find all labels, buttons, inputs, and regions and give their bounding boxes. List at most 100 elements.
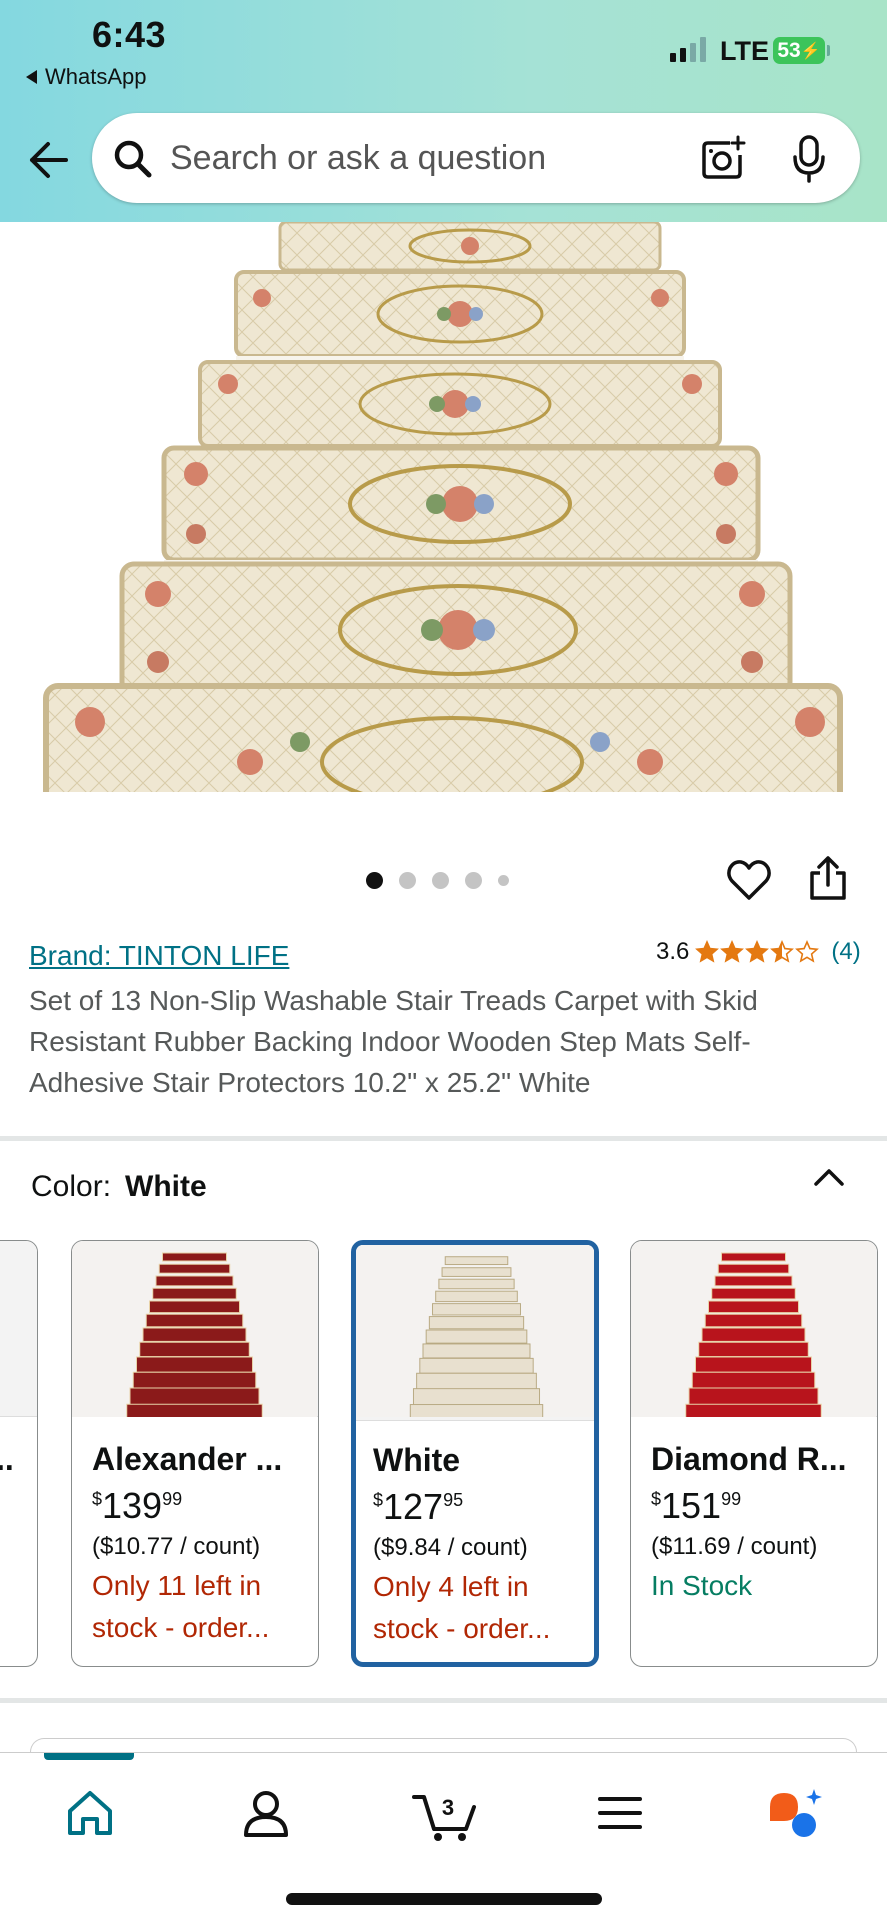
variant-name: Alexander ...	[92, 1441, 283, 1477]
variant-price: $12795	[373, 1486, 464, 1527]
variant-card[interactable]: Diamond R... $15199 ($11.69 / count) In …	[630, 1240, 878, 1667]
tread-4	[161, 445, 761, 563]
swatch-tread	[685, 1403, 822, 1423]
swatch-tread	[409, 1404, 544, 1423]
variant-image	[631, 1241, 877, 1423]
review-count[interactable]: (4)	[831, 938, 860, 966]
microphone-icon[interactable]	[792, 135, 826, 183]
swatch-tread	[717, 1263, 790, 1274]
section-divider	[0, 1136, 887, 1141]
swatch-tread	[698, 1341, 809, 1358]
variant-name: Diamond R...	[651, 1441, 847, 1477]
rufus-assistant-icon[interactable]	[764, 1783, 826, 1843]
swatch-tread	[158, 1263, 231, 1274]
brand-link[interactable]: Brand: TINTON LIFE	[29, 940, 289, 972]
swatch-tread	[132, 1371, 257, 1389]
swatch-tread	[149, 1300, 240, 1314]
star-icon	[770, 940, 795, 963]
search-icon	[114, 140, 152, 178]
variant-name: White	[373, 1442, 461, 1478]
tread-6	[43, 683, 843, 792]
swatch-tread	[419, 1357, 534, 1374]
swatch-tread	[711, 1287, 796, 1300]
tread-1	[278, 222, 662, 272]
menu-icon[interactable]	[590, 1783, 650, 1843]
swatch-tread	[714, 1275, 793, 1287]
swatch-tread	[428, 1316, 525, 1330]
product-image[interactable]	[0, 222, 887, 792]
swatch-tread	[704, 1313, 803, 1328]
variant-price: $15199	[651, 1485, 742, 1526]
variant-swatch-image	[631, 1241, 876, 1423]
swatch-tread	[155, 1275, 234, 1287]
swatch-tread	[441, 1267, 512, 1277]
chevron-up-icon[interactable]	[812, 1164, 846, 1190]
variant-card[interactable]: Alexander ... $13999 ($10.77 / count) On…	[71, 1240, 319, 1667]
variant-swatch-image	[72, 1241, 317, 1423]
swatch-tread	[162, 1252, 227, 1262]
swatch-tread	[432, 1303, 521, 1316]
rating-value: 3.6	[656, 938, 690, 965]
rating-stars	[695, 940, 820, 964]
share-icon[interactable]	[808, 855, 848, 901]
back-to-app-link[interactable]: WhatsApp	[26, 64, 147, 90]
swatch-tread	[688, 1387, 819, 1406]
back-triangle-icon	[26, 70, 37, 84]
search-input[interactable]	[170, 135, 640, 181]
swatch-tread	[142, 1327, 247, 1342]
variant-stock: Only 4 left in stock - order...	[373, 1571, 551, 1644]
carousel-dot[interactable]	[432, 872, 449, 889]
star-icon	[720, 940, 745, 963]
star-icon	[695, 940, 720, 963]
swatch-tread	[701, 1327, 806, 1342]
variant-image	[0, 1241, 37, 1417]
app-header: 6:43 WhatsApp LTE 53 ⚡	[0, 0, 887, 222]
variant-swatch-image	[356, 1245, 594, 1423]
carousel-dot[interactable]	[465, 872, 482, 889]
variant-unit-price: ($11.69 / count)	[651, 1533, 818, 1560]
search-bar[interactable]	[92, 113, 860, 203]
variant-stock-fragment	[0, 1606, 26, 1614]
variant-image	[72, 1241, 318, 1423]
battery-level: 53	[777, 38, 801, 62]
cart-icon[interactable]: 3	[412, 1783, 478, 1843]
tread-3	[198, 360, 722, 448]
star-icon	[745, 940, 770, 963]
carousel-dot[interactable]	[399, 872, 416, 889]
swatch-tread	[444, 1256, 509, 1266]
home-icon[interactable]	[60, 1783, 120, 1843]
signal-icon	[670, 36, 706, 62]
variant-unit-price: ($10.77 / count)	[92, 1533, 261, 1560]
section-divider	[0, 1698, 887, 1703]
rating-summary[interactable]: 3.6 (4)	[656, 938, 861, 966]
status-time: 6:43	[92, 14, 167, 55]
account-icon[interactable]	[236, 1783, 296, 1843]
battery-icon: 53 ⚡	[773, 37, 825, 64]
carousel-dot[interactable]	[366, 872, 383, 889]
variant-card-selected[interactable]: White $12795 ($9.84 / count) Only 4 left…	[351, 1240, 599, 1667]
swatch-tread	[708, 1300, 799, 1314]
active-tab-indicator	[44, 1753, 134, 1760]
battery-cap	[827, 45, 830, 56]
tread-5	[119, 561, 793, 697]
swatch-tread	[139, 1341, 250, 1358]
swatch-tread	[152, 1287, 237, 1300]
variant-card-partial[interactable]: ..	[0, 1240, 38, 1667]
swatch-tread	[721, 1252, 786, 1262]
home-indicator	[286, 1893, 602, 1905]
carousel-dot[interactable]	[498, 875, 509, 886]
swatch-tread	[145, 1313, 244, 1328]
swatch-tread	[126, 1403, 263, 1423]
tread-2	[234, 270, 686, 358]
camera-search-icon[interactable]	[700, 135, 746, 181]
back-app-label: WhatsApp	[45, 64, 147, 89]
variant-price: $13999	[92, 1485, 183, 1526]
star-icon	[795, 940, 820, 963]
variant-stock: Only 11 left in stock - order...	[92, 1570, 270, 1643]
cart-count: 3	[442, 1795, 454, 1820]
back-arrow-icon[interactable]	[26, 138, 70, 182]
product-page: 6:43 WhatsApp LTE 53 ⚡ Search or ask a q…	[0, 0, 887, 1920]
carousel-dots[interactable]	[366, 872, 509, 889]
heart-icon[interactable]	[726, 857, 772, 903]
swatch-tread	[695, 1356, 812, 1373]
